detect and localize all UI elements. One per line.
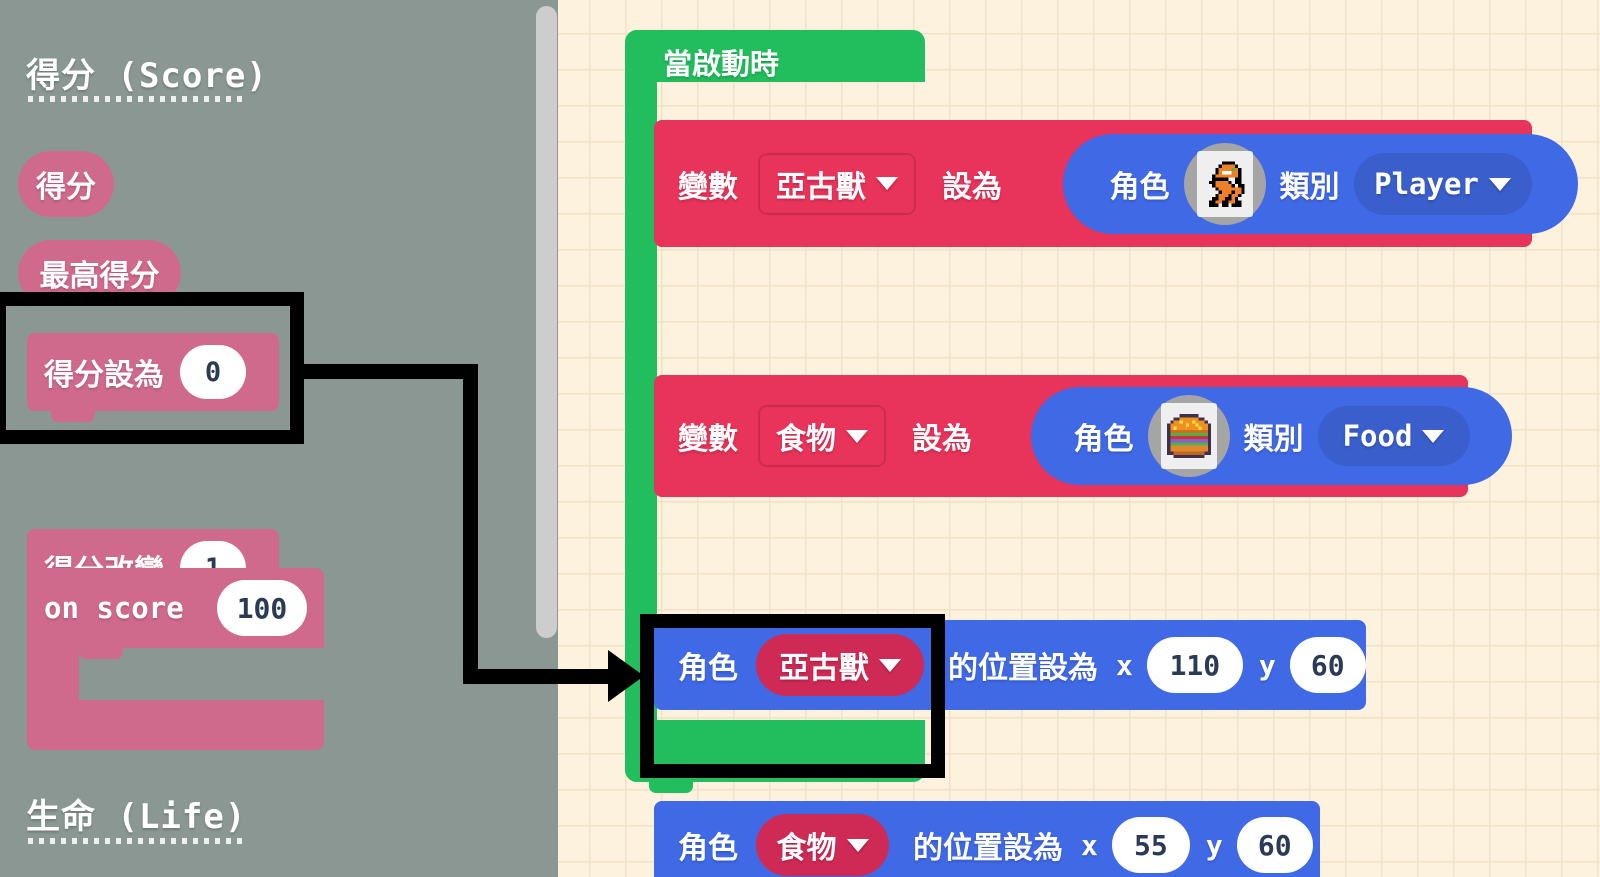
palette-block-score-reporter-label: 得分 [36, 170, 96, 205]
sprite-picker-food-label: 角色 [1073, 422, 1134, 457]
annotation-line-horizontal-top [303, 364, 478, 379]
palette-block-highscore-reporter-label: 最高得分 [39, 259, 160, 294]
set-position-player-y-input[interactable]: 60 [1289, 637, 1366, 693]
palette-category-score-title: 得分 (Score) [26, 56, 268, 96]
category-dropdown-food-value: Food [1342, 419, 1413, 453]
variable-dropdown-player[interactable]: 亞古獸 [758, 152, 916, 215]
palette-category-life-title: 生命 (Life) [26, 797, 247, 837]
palette-category-score-divider [28, 96, 243, 102]
sprite-thumbnail-wrap-player[interactable] [1183, 143, 1266, 225]
chevron-down-icon [846, 429, 868, 443]
palette-block-on-score[interactable]: on score 100 [27, 568, 324, 750]
set-position-food-x-label: x [1081, 828, 1098, 862]
set-position-player-x-label: x [1116, 648, 1133, 682]
set-variable-food-prefix-label: 變數 [678, 422, 738, 457]
set-position-food-y-value: 60 [1257, 828, 1292, 862]
set-position-food-x-value: 55 [1134, 828, 1168, 862]
set-variable-prefix-label: 變數 [678, 169, 738, 205]
event-hat-label: 當啟動時 [663, 47, 780, 81]
set-position-food-y-input[interactable]: 60 [1236, 817, 1313, 873]
set-position-food-prefix-label: 角色 [678, 831, 738, 866]
chevron-down-icon [1422, 429, 1445, 443]
palette-block-on-score-input[interactable]: 100 [217, 580, 307, 636]
sprite-picker-food-category-label: 類別 [1243, 422, 1304, 457]
palette-scrollbar[interactable] [536, 6, 557, 638]
editor-root: 當啟動時 變數 亞古獸 設為 角色 類別 Player 變數 食物 設為 角色 … [0, 0, 1600, 877]
category-dropdown-food[interactable]: Food [1317, 406, 1470, 466]
variable-dropdown-food[interactable]: 食物 [758, 405, 886, 467]
variable-dropdown-food-value: 食物 [776, 422, 836, 457]
block-set-variable-player[interactable]: 變數 亞古獸 設為 角色 類別 Player [654, 120, 1578, 247]
burger-sprite-icon [1160, 403, 1217, 469]
annotation-highlight-target [640, 614, 945, 778]
sprite-picker-player[interactable]: 角色 類別 Player [1063, 134, 1578, 234]
chevron-down-icon [1488, 177, 1511, 191]
event-block-foot-bump [649, 782, 693, 793]
sprite-dropdown-position-food-value: 食物 [776, 831, 837, 866]
set-position-player-x-value: 110 [1169, 648, 1221, 682]
palette-block-on-score-label: on score [44, 591, 184, 625]
annotation-line-horizontal-bottom [463, 669, 621, 684]
annotation-line-vertical [463, 364, 478, 684]
block-set-variable-food[interactable]: 變數 食物 設為 角色 類別 Food [654, 375, 1512, 497]
set-position-player-x-input[interactable]: 110 [1146, 637, 1243, 693]
block-set-position-food[interactable]: 角色 食物 的位置設為 x 55 y 60 [654, 801, 1320, 877]
set-variable-food-mid-label: 設為 [912, 422, 972, 457]
sprite-picker-player-label: 角色 [1109, 170, 1170, 205]
palette-block-score-reporter[interactable]: 得分 [18, 151, 114, 217]
sprite-dropdown-position-food[interactable]: 食物 [756, 814, 889, 876]
set-position-food-y-label: y [1205, 828, 1223, 862]
category-dropdown-player-value: Player [1374, 167, 1479, 201]
chevron-down-icon [876, 177, 898, 190]
palette-category-life-divider [28, 838, 243, 844]
dinosaur-sprite-icon [1196, 151, 1253, 217]
set-position-food-mid-label: 的位置設為 [913, 831, 1063, 866]
set-position-player-y-label: y [1258, 648, 1276, 682]
set-position-food-x-input[interactable]: 55 [1111, 817, 1190, 873]
sprite-picker-player-category-label: 類別 [1279, 170, 1340, 205]
sprite-thumbnail-wrap-food[interactable] [1147, 395, 1230, 477]
set-position-player-y-value: 60 [1310, 648, 1345, 682]
annotation-highlight-source [0, 292, 304, 444]
variable-dropdown-player-value: 亞古獸 [776, 169, 866, 205]
event-hat-block[interactable]: 當啟動時 [625, 30, 925, 82]
set-position-player-mid-label: 的位置設為 [948, 651, 1098, 686]
annotation-arrowhead-icon [608, 650, 644, 702]
palette-block-on-score-value: 100 [236, 591, 288, 625]
set-variable-mid-label: 設為 [942, 169, 1002, 205]
category-dropdown-player[interactable]: Player [1353, 153, 1532, 215]
chevron-down-icon [846, 838, 869, 852]
sprite-picker-food[interactable]: 角色 類別 Food [1031, 387, 1512, 485]
